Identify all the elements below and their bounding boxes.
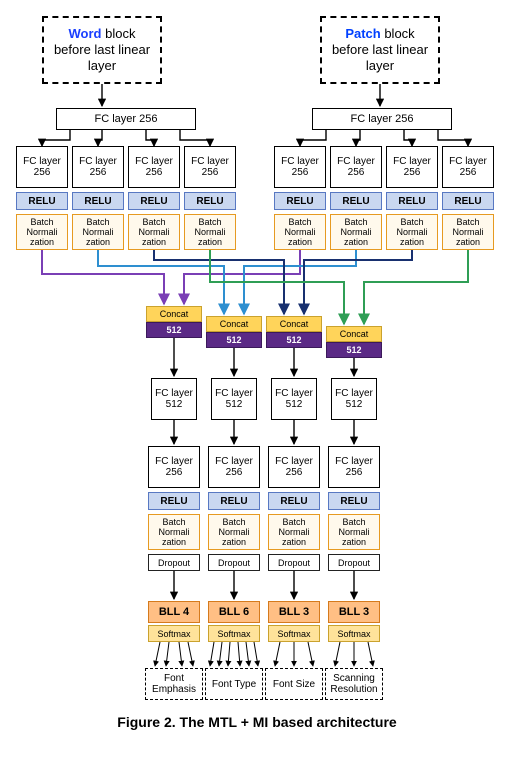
softmax-3: Softmax [268,625,320,642]
head-fc256-4: FC layer 256 [328,446,380,488]
concat-size-3: 512 [266,332,322,348]
bll-1: BLL 4 [148,601,200,623]
figure-caption: Figure 2. The MTL + MI based architectur… [16,714,498,730]
word-relu-3: RELU [128,192,180,210]
head-bn-4: Batch Normali zation [328,514,380,550]
head-drop-4: Dropout [328,554,380,571]
word-relu-2: RELU [72,192,124,210]
head-relu-2: RELU [208,492,260,510]
softmax-2: Softmax [208,625,260,642]
word-relu-4: RELU [184,192,236,210]
patch-bn-1: Batch Normali zation [274,214,326,250]
architecture-diagram: Word block before last linear layer Patc… [16,16,498,736]
concat-size-2: 512 [206,332,262,348]
head-fc256-2: FC layer 256 [208,446,260,488]
head-bn-2: Batch Normali zation [208,514,260,550]
patch-fc256-3: FC layer 256 [386,146,438,188]
fc512-4: FC layer 512 [331,378,377,420]
fc256-wide-word: FC layer 256 [56,108,196,130]
head-bn-3: Batch Normali zation [268,514,320,550]
word-bn-4: Batch Normali zation [184,214,236,250]
patch-highlight: Patch [345,26,380,41]
concat-2: Concat [206,316,262,332]
head-relu-4: RELU [328,492,380,510]
word-bn-1: Batch Normali zation [16,214,68,250]
head-relu-3: RELU [268,492,320,510]
word-fc256-2: FC layer 256 [72,146,124,188]
patch-relu-3: RELU [386,192,438,210]
patch-fc256-1: FC layer 256 [274,146,326,188]
concat-3: Concat [266,316,322,332]
word-bn-2: Batch Normali zation [72,214,124,250]
patch-fc256-2: FC layer 256 [330,146,382,188]
target-font-size: Font Size [265,668,323,700]
word-fc256-1: FC layer 256 [16,146,68,188]
patch-input-block: Patch block before last linear layer [320,16,440,84]
fc512-2: FC layer 512 [211,378,257,420]
softmax-1: Softmax [148,625,200,642]
head-drop-1: Dropout [148,554,200,571]
target-scanning-resolution: Scanning Resolution [325,668,383,700]
target-font-emphasis: Font Emphasis [145,668,203,700]
fc256-wide-patch: FC layer 256 [312,108,452,130]
softmax-4: Softmax [328,625,380,642]
bll-3: BLL 3 [268,601,320,623]
concat-size-1: 512 [146,322,202,338]
patch-bn-2: Batch Normali zation [330,214,382,250]
fc512-3: FC layer 512 [271,378,317,420]
head-drop-3: Dropout [268,554,320,571]
concat-4: Concat [326,326,382,342]
patch-relu-1: RELU [274,192,326,210]
patch-bn-3: Batch Normali zation [386,214,438,250]
patch-bn-4: Batch Normali zation [442,214,494,250]
target-font-type: Font Type [205,668,263,700]
patch-relu-2: RELU [330,192,382,210]
head-fc256-3: FC layer 256 [268,446,320,488]
word-fc256-3: FC layer 256 [128,146,180,188]
patch-relu-4: RELU [442,192,494,210]
head-relu-1: RELU [148,492,200,510]
patch-fc256-4: FC layer 256 [442,146,494,188]
fc512-1: FC layer 512 [151,378,197,420]
bll-4: BLL 3 [328,601,380,623]
word-fc256-4: FC layer 256 [184,146,236,188]
word-highlight: Word [69,26,102,41]
head-drop-2: Dropout [208,554,260,571]
head-fc256-1: FC layer 256 [148,446,200,488]
head-bn-1: Batch Normali zation [148,514,200,550]
concat-1: Concat [146,306,202,322]
word-input-block: Word block before last linear layer [42,16,162,84]
word-bn-3: Batch Normali zation [128,214,180,250]
word-relu-1: RELU [16,192,68,210]
bll-2: BLL 6 [208,601,260,623]
concat-size-4: 512 [326,342,382,358]
